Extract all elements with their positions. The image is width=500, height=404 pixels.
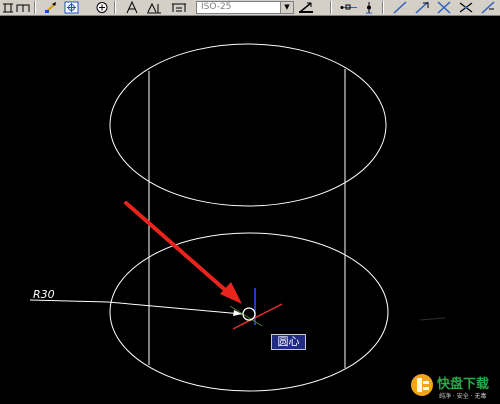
dimension-text-edit-icon[interactable] [94, 1, 110, 14]
watermark-logo: 快盘下载 纯净 · 安全 · 无毒 [411, 374, 489, 400]
radius-dimension-line [107, 301, 243, 315]
toolbar-separator [330, 1, 332, 14]
cad-window: ISO-25 ▼ R30 圆心 快盘下载 纯净 · 安全 · 无毒 [0, 0, 500, 404]
chevron-down-icon[interactable]: ▼ [280, 2, 293, 13]
toolbar: ISO-25 ▼ [0, 0, 500, 16]
snap-midpoint-icon[interactable] [362, 1, 376, 14]
snap-tangent-icon[interactable] [480, 1, 496, 14]
dimension-style-icon[interactable] [44, 1, 60, 14]
watermark-brand: 快盘下载 [437, 376, 489, 392]
dimension-restore-icon[interactable] [298, 1, 314, 14]
dimension-update-icon[interactable] [170, 1, 188, 14]
annotation-arrow-head [220, 282, 242, 304]
dimension-center-icon[interactable] [64, 1, 80, 14]
toolbar-separator [382, 1, 384, 14]
annotation-arrow-shaft [124, 201, 234, 298]
quick-dimension-icon[interactable] [16, 1, 30, 14]
snap-line-icon[interactable] [392, 1, 408, 14]
snap-extension-icon[interactable] [414, 1, 430, 14]
dimension-style-select[interactable]: ISO-25 ▼ [196, 1, 294, 14]
toolbar-separator [34, 1, 36, 14]
snap-perpendicular-icon[interactable] [458, 1, 474, 14]
dimension-baseline-icon[interactable] [146, 1, 162, 14]
watermark-tagline: 纯净 · 安全 · 无毒 [439, 392, 486, 400]
snap-endpoint-icon[interactable] [340, 1, 358, 14]
dimension-style-value: ISO-25 [201, 2, 232, 12]
canvas-artifact [419, 317, 446, 321]
dimension-aligned-icon[interactable] [124, 1, 140, 14]
radius-label: R30 [33, 288, 55, 301]
snap-tooltip: 圆心 [271, 334, 306, 350]
dimension-grid-icon[interactable] [2, 1, 14, 14]
drawing-canvas[interactable]: R30 [0, 16, 500, 404]
crosshair-horizontal [232, 303, 283, 330]
bottom-ellipse [109, 232, 389, 392]
toolbar-separator [114, 1, 116, 14]
snap-intersection-icon[interactable] [436, 1, 452, 14]
